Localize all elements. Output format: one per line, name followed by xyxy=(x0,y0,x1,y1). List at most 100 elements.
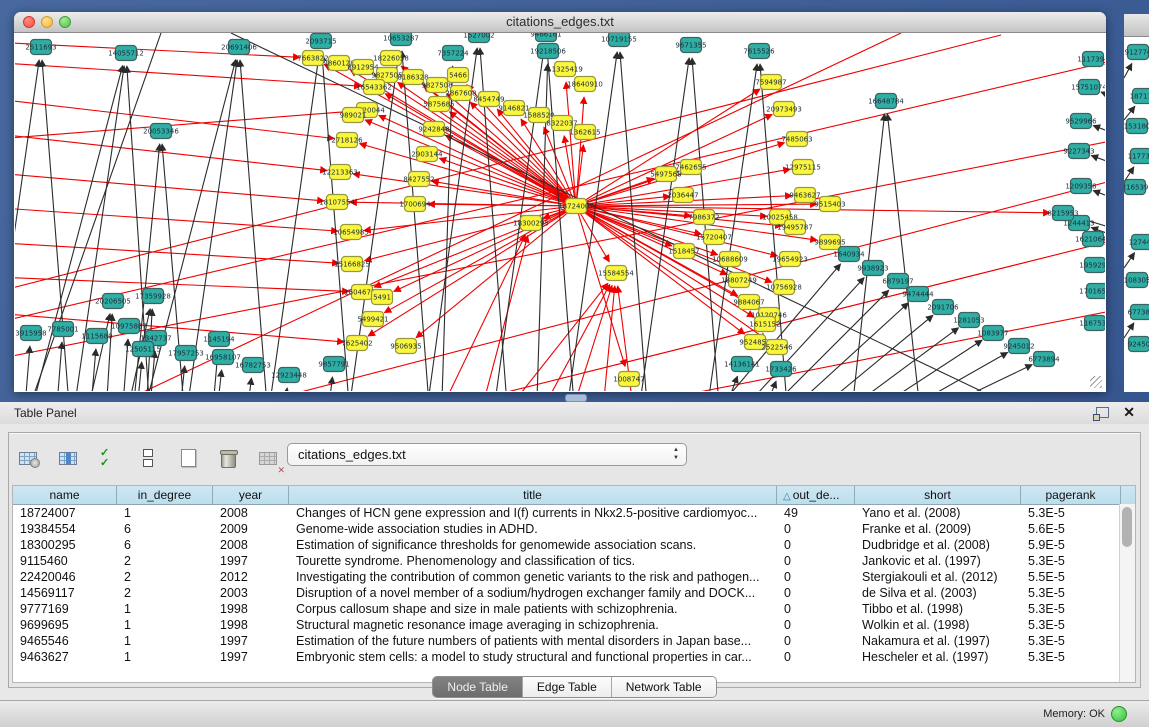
graph-node[interactable]: 216539 xyxy=(1124,180,1148,195)
column-header-pagerank[interactable]: pagerank xyxy=(1021,486,1121,504)
table-row[interactable]: 1872400712008Changes of HCN gene express… xyxy=(13,505,1135,521)
graph-node[interactable]: 15166825 xyxy=(334,257,370,272)
graph-node[interactable]: 19218506 xyxy=(530,44,566,59)
graph-node[interactable]: 12213363 xyxy=(322,165,358,180)
graph-node[interactable]: 108305 xyxy=(1124,273,1149,288)
column-header-title[interactable]: title xyxy=(289,486,777,504)
graph-node[interactable]: 5466 xyxy=(448,68,469,83)
graph-node[interactable]: 9671355 xyxy=(675,38,706,53)
graph-node[interactable]: 10654985 xyxy=(333,225,369,240)
graph-node[interactable]: 1959297 xyxy=(1079,258,1105,273)
graph-node[interactable]: 20206505 xyxy=(95,294,131,309)
background-network-canvas[interactable]: 9127741871131531801177392165391274411083… xyxy=(1124,36,1149,392)
graph-node[interactable]: 20691406 xyxy=(221,40,257,55)
graph-node[interactable]: 3915958 xyxy=(15,326,46,341)
graph-node[interactable]: 2093715 xyxy=(305,34,336,49)
tab-network-table[interactable]: Network Table xyxy=(612,677,716,697)
table-row[interactable]: 1830029562008Estimation of significance … xyxy=(13,537,1135,553)
column-header-short[interactable]: short xyxy=(855,486,1021,504)
graph-node[interactable]: 1167533 xyxy=(1079,316,1105,331)
graph-node[interactable]: 17957253 xyxy=(168,346,204,361)
float-panel-icon[interactable] xyxy=(1096,407,1109,418)
graph-node[interactable]: 912774 xyxy=(1125,45,1149,60)
graph-node[interactable]: 7462655 xyxy=(675,160,706,175)
split-divider-handle[interactable] xyxy=(565,394,587,402)
table-row[interactable]: 969969511998Structural magnetic resonanc… xyxy=(13,617,1135,633)
graph-node[interactable]: 10719155 xyxy=(601,33,637,47)
network-canvas[interactable]: 1872400776638229860128891295418226058982… xyxy=(15,33,1105,391)
graph-node[interactable]: 6773894 xyxy=(1028,352,1060,367)
graph-node[interactable]: 989021 xyxy=(340,108,367,123)
graph-node[interactable]: 1145194 xyxy=(203,332,235,347)
graph-node[interactable]: 18640910 xyxy=(567,77,603,92)
table-options-button[interactable] xyxy=(15,445,41,471)
graph-node[interactable]: 17359928 xyxy=(135,289,171,304)
graph-node[interactable]: 11325419 xyxy=(547,62,583,77)
graph-node[interactable]: 1733426 xyxy=(765,362,797,377)
graph-node[interactable]: 7357224 xyxy=(437,46,469,61)
graph-node[interactable]: 16648784 xyxy=(868,94,904,109)
table-selector-dropdown[interactable]: citations_edges.txt ▲▼ xyxy=(287,443,687,466)
graph-node[interactable]: 1362615 xyxy=(569,125,600,140)
close-panel-icon[interactable]: ✕ xyxy=(1123,404,1135,421)
graph-node[interactable]: 9506935 xyxy=(390,339,421,354)
graph-node[interactable]: 18107554 xyxy=(319,195,355,210)
graph-node[interactable]: 2867608 xyxy=(445,86,476,101)
graph-node[interactable]: 1527002 xyxy=(463,33,494,43)
graph-node[interactable]: 2036447 xyxy=(667,188,698,203)
graph-node[interactable]: 9938923 xyxy=(857,261,888,276)
graph-node[interactable]: 9857791 xyxy=(318,357,349,372)
graph-node[interactable]: 7986372 xyxy=(688,210,719,225)
table-row[interactable]: 946554611997Estimation of the future num… xyxy=(13,633,1135,649)
column-header-in_degree[interactable]: in_degree xyxy=(117,486,213,504)
background-network-window[interactable]: 9127741871131531801177392165391274411083… xyxy=(1124,14,1149,392)
window-titlebar[interactable]: citations_edges.txt xyxy=(14,12,1106,33)
graph-node[interactable]: 19654923 xyxy=(772,252,808,267)
graph-node[interactable]: 10653287 xyxy=(383,33,419,46)
graph-node[interactable]: 17016504 xyxy=(1079,284,1105,299)
graph-node[interactable]: 5491 xyxy=(372,290,393,305)
tab-node-table[interactable]: Node Table xyxy=(433,677,523,697)
graph-node[interactable]: 153180 xyxy=(1124,119,1149,134)
table-row[interactable]: 911546021997Tourette syndrome. Phenomeno… xyxy=(13,553,1135,569)
toggle-rows-button[interactable] xyxy=(135,445,161,471)
graph-node[interactable]: 1281053 xyxy=(953,313,984,328)
scrollbar-thumb[interactable] xyxy=(1122,507,1132,547)
graph-node[interactable]: 9529966 xyxy=(1065,114,1097,129)
graph-node[interactable]: 7485063 xyxy=(781,132,812,147)
graph-node[interactable]: 10688609 xyxy=(712,252,748,267)
graph-node[interactable]: 127441 xyxy=(1129,235,1149,250)
network-view-window[interactable]: citations_edges.txt 18724007766382298601… xyxy=(14,12,1106,392)
graph-node[interactable]: 677389 xyxy=(1128,305,1149,320)
delete-table-button[interactable] xyxy=(215,445,241,471)
graph-node[interactable]: 1640934 xyxy=(833,247,865,262)
column-header-out_degree[interactable]: △out_de... xyxy=(777,486,855,504)
graph-node[interactable]: 2522546 xyxy=(761,340,793,355)
graph-node[interactable]: 15751074 xyxy=(1071,80,1105,95)
graph-node[interactable]: 5499421 xyxy=(357,312,388,327)
graph-node[interactable]: 15720407 xyxy=(696,230,732,245)
graph-node[interactable]: 117739 xyxy=(1128,149,1149,164)
select-all-button[interactable]: ✓✓ xyxy=(95,445,121,471)
graph-node[interactable]: 6879197 xyxy=(882,274,913,289)
graph-node[interactable]: 1209358 xyxy=(1065,179,1096,194)
graph-node[interactable]: 1115680 xyxy=(81,329,112,344)
graph-node[interactable]: 9515403 xyxy=(814,197,845,212)
tab-edge-table[interactable]: Edge Table xyxy=(523,677,612,697)
canvas-resize-grip[interactable] xyxy=(1090,376,1102,388)
graph-node[interactable]: 14136141 xyxy=(724,357,760,372)
graph-node[interactable]: 2511693 xyxy=(25,40,56,55)
graph-node[interactable]: 1083977 xyxy=(977,326,1008,341)
graph-node[interactable]: 20053346 xyxy=(143,124,179,139)
graph-node[interactable]: 15584554 xyxy=(598,266,634,281)
new-table-button[interactable] xyxy=(175,445,201,471)
graph-node[interactable]: 8215953 xyxy=(1047,206,1078,221)
vertical-scrollbar[interactable] xyxy=(1119,504,1135,682)
graph-node[interactable]: 2091706 xyxy=(927,300,959,315)
graph-node[interactable]: 8427552 xyxy=(403,172,434,187)
column-header-year[interactable]: year xyxy=(213,486,289,504)
graph-node[interactable]: 1008747 xyxy=(613,372,644,387)
graph-node[interactable]: 1615152 xyxy=(749,317,780,332)
graph-node[interactable]: 92450 xyxy=(1128,337,1149,352)
table-row[interactable]: 1938455462009Genome-wide association stu… xyxy=(13,521,1135,537)
